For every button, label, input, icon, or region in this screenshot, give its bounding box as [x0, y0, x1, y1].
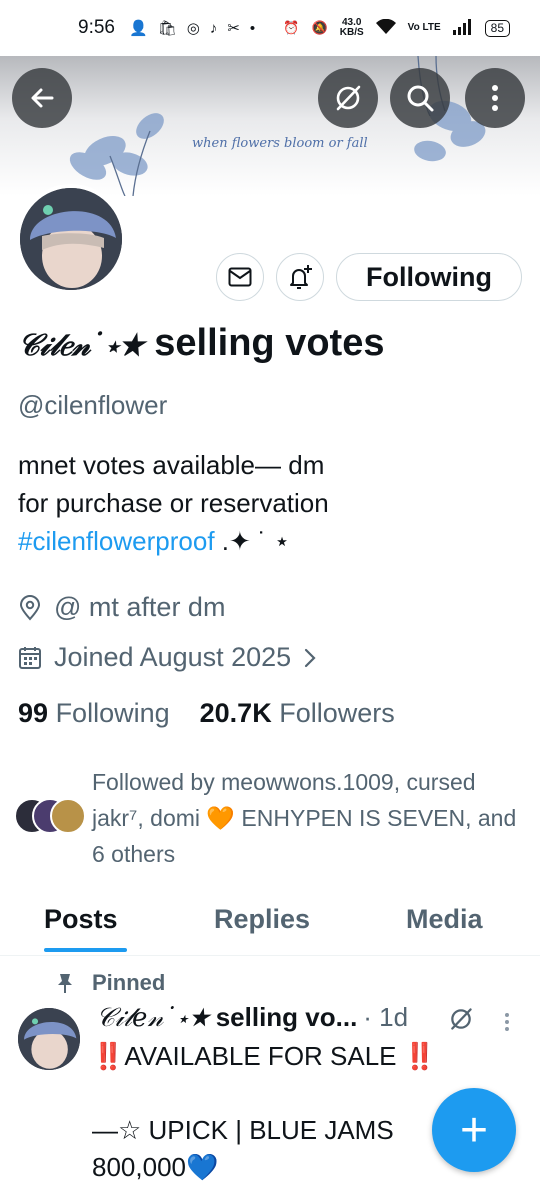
dot-notification-icon: • [249, 19, 256, 37]
envelope-icon [228, 267, 252, 287]
add-user-notification-icon: 👤 [128, 20, 148, 37]
battery-icon: 85 [484, 19, 510, 37]
network-speed: 43.0 KB/S [339, 17, 364, 38]
mutual-avatar-3 [50, 798, 86, 834]
followed-by-text[interactable]: Followed by meowwons.1009, cursed jakr⁷,… [92, 764, 522, 872]
active-tab-indicator [44, 948, 127, 952]
bell-plus-icon [290, 265, 312, 289]
pinned-label: Pinned [92, 970, 166, 995]
profile-tabs: Posts Replies Media [0, 892, 540, 956]
status-bar: 9:56 👤 🛍 ◎ ♪ ✂ • ⏰ 🔕 43.0 KB/S Vo LTE 85 [0, 0, 540, 56]
bio-sparkles: .✦ ˙ ⋆ [214, 526, 291, 556]
grok-button[interactable] [318, 68, 378, 128]
tiktok-notification-icon: ♪ [209, 19, 218, 37]
capcut-notification-icon: ✂ [227, 20, 240, 37]
profile-avatar[interactable] [16, 184, 126, 294]
post-header: 𝒞𝒾𝓁𝑒𝓃˙⋆★ selling vo... · 1d [96, 1002, 408, 1034]
display-name-decoration: 𝒞𝒾𝓁𝑒𝓃˙⋆★ [18, 328, 144, 363]
calendar-icon [19, 646, 41, 669]
display-name-text: selling votes [154, 322, 385, 364]
plus-icon: + [459, 1103, 489, 1157]
chevron-right-icon [305, 648, 316, 667]
avatar-image [20, 188, 122, 290]
compose-post-button[interactable]: + [432, 1088, 516, 1172]
pin-icon [58, 974, 72, 993]
location-row: @ mt after dm [18, 592, 225, 623]
flower-illustration [69, 56, 486, 196]
tab-replies[interactable]: Replies [214, 904, 310, 935]
post-more-button[interactable] [504, 1012, 510, 1032]
bio-line-1: mnet votes available— dm [18, 450, 325, 480]
status-notification-icons: 👤 🛍 ◎ ♪ ✂ • [128, 19, 256, 38]
joined-text: Joined August 2025 [54, 642, 292, 672]
notifications-button[interactable] [276, 253, 324, 301]
location-text: @ mt after dm [54, 592, 226, 622]
following-stat[interactable]: 99 Following [18, 698, 170, 728]
mutual-followers-avatars[interactable] [14, 798, 86, 838]
joined-row[interactable]: Joined August 2025 [18, 642, 317, 673]
grok-icon [336, 85, 361, 111]
bio-hashtag-link[interactable]: #cilenflowerproof [18, 526, 215, 556]
instagram-notification-icon: ◎ [186, 20, 200, 37]
bio-line-2: for purchase or reservation [18, 488, 329, 518]
following-button[interactable]: Following [336, 253, 522, 301]
post-author-avatar[interactable] [18, 1008, 80, 1070]
volte-indicator: Vo LTE [407, 22, 441, 33]
more-vertical-icon [492, 85, 498, 111]
status-system-icons: ⏰ 🔕 43.0 KB/S Vo LTE 85 [283, 18, 510, 38]
mute-icon: 🔕 [311, 20, 328, 35]
arrow-left-icon [31, 88, 54, 108]
tab-media[interactable]: Media [406, 904, 483, 935]
display-name: 𝒞𝒾𝓁𝑒𝓃˙⋆★ selling votes [18, 322, 384, 365]
post-avatar-image [18, 1008, 80, 1070]
shop-notification-icon: 🛍 [157, 20, 177, 37]
status-time: 9:56 [78, 17, 115, 38]
followers-stat[interactable]: 20.7K Followers [200, 698, 395, 728]
pinned-label-row: Pinned [56, 970, 165, 996]
wifi-icon [375, 18, 396, 38]
post-author-name[interactable]: selling vo... [216, 1002, 358, 1033]
location-pin-icon [19, 594, 41, 621]
bio-line-3: #cilenflowerproof .✦ ˙ ⋆ [18, 522, 518, 560]
search-button[interactable] [390, 68, 450, 128]
post-author-decoration: 𝒞𝒾𝓁𝑒𝓃˙⋆★ [96, 1003, 210, 1033]
grok-icon [451, 1008, 472, 1030]
message-button[interactable] [216, 253, 264, 301]
profile-banner[interactable]: when flowers bloom or fall [0, 56, 540, 196]
username-handle: @cilenflower [18, 390, 168, 420]
follow-stats: 99 Following 20.7K Followers [18, 698, 395, 729]
tab-posts[interactable]: Posts [44, 904, 118, 935]
more-options-button[interactable] [465, 68, 525, 128]
signal-icon [452, 18, 473, 38]
alarm-icon: ⏰ [283, 20, 300, 35]
more-vertical-icon [505, 1013, 509, 1031]
search-icon [407, 85, 434, 112]
back-button[interactable] [12, 68, 72, 128]
post-time[interactable]: · 1d [363, 1002, 408, 1033]
banner-caption: when flowers bloom or fall [192, 136, 368, 151]
post-grok-button[interactable] [448, 1006, 474, 1037]
profile-bio: mnet votes available— dm for purchase or… [18, 446, 518, 560]
